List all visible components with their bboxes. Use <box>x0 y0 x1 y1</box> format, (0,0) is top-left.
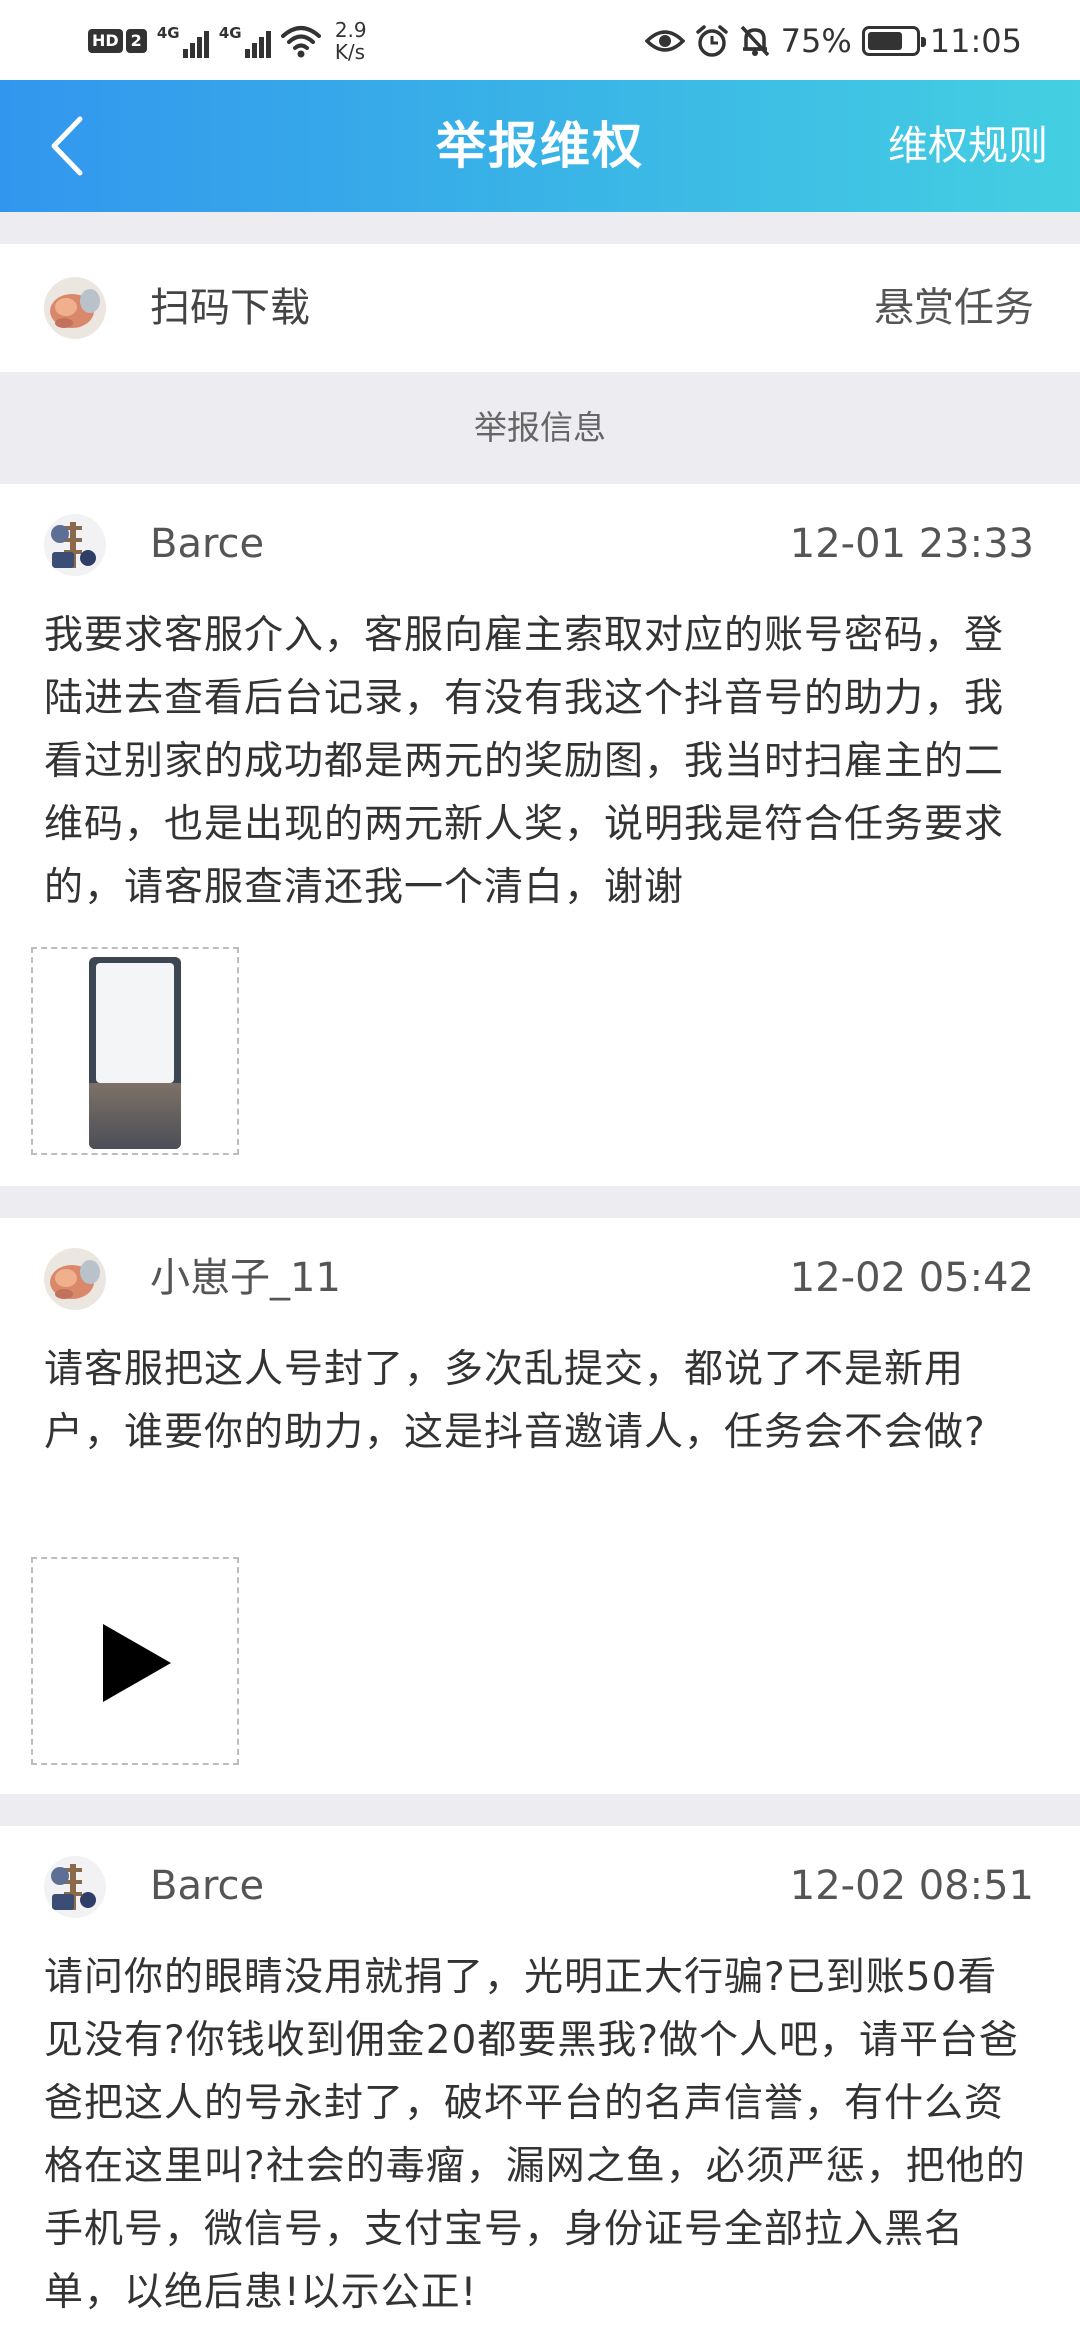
post-time: 12-02 05:42 <box>789 1255 1034 1301</box>
user-avatar[interactable] <box>44 514 106 576</box>
image-attachment[interactable] <box>31 947 239 1155</box>
wifi-icon <box>280 26 321 58</box>
network-speed: 2.9 K/s <box>335 19 367 63</box>
signal-icon: 4G <box>219 24 271 58</box>
eye-icon <box>644 30 685 52</box>
report-header: Barce 12-02 08:51 <box>0 1826 1080 1946</box>
post-time: 12-02 08:51 <box>789 1863 1034 1909</box>
hd-badge: HD 2 <box>88 29 147 53</box>
section-label: 举报信息 <box>474 408 606 447</box>
task-avatar <box>44 277 106 339</box>
clock: 11:05 <box>929 22 1022 60</box>
play-icon-wrap <box>33 1559 237 1763</box>
report-text: 请问你的眼睛没用就捐了，光明正大行骗?已到账50看见没有?你钱收到佣金20都要黑… <box>44 1955 1026 2315</box>
report-text: 我要求客服介入，客服向雇主索取对应的账号密码，登陆进去查看后台记录，有没有我这个… <box>44 613 1005 910</box>
signal-tag: 4G <box>156 24 180 42</box>
battery-percent: 75% <box>780 22 852 60</box>
status-bar: HD 2 4G 4G 2.9 K/s 75% 11:05 <box>0 0 1080 80</box>
battery-icon <box>861 26 926 56</box>
username: 小崽子_11 <box>150 1255 341 1301</box>
status-right: 75% 11:05 <box>644 16 1022 66</box>
task-row[interactable]: 扫码下载 悬赏任务 <box>0 244 1080 372</box>
image-thumbnail <box>89 957 181 1149</box>
post-time: 12-01 23:33 <box>789 521 1034 567</box>
report-card: Barce 12-01 23:33 我要求客服介入，客服向雇主索取对应的账号密码… <box>0 484 1080 1186</box>
hd-label: HD <box>88 29 123 53</box>
play-icon <box>103 1624 171 1702</box>
bell-off-icon <box>740 25 769 57</box>
app-header: 举报维权 维权规则 <box>0 80 1080 212</box>
rules-link[interactable]: 维权规则 <box>888 80 1048 212</box>
task-type: 悬赏任务 <box>874 285 1034 331</box>
sim-number: 2 <box>125 29 147 53</box>
user-avatar[interactable] <box>44 1856 106 1918</box>
video-attachment[interactable] <box>31 1557 239 1765</box>
status-left: HD 2 4G 4G 2.9 K/s <box>88 16 367 66</box>
report-text: 请客服把这人号封了，多次乱提交，都说了不是新用户，谁要你的助力，这是抖音邀请人，… <box>44 1347 986 1455</box>
battery-fill <box>867 32 903 50</box>
report-card: 小崽子_11 12-02 05:42 请客服把这人号封了，多次乱提交，都说了不是… <box>0 1218 1080 1794</box>
task-name: 扫码下载 <box>150 285 310 331</box>
signal-tag: 4G <box>218 24 242 42</box>
user-avatar[interactable] <box>44 1248 106 1310</box>
signal-icon: 4G <box>157 24 209 58</box>
network-speed-unit: K/s <box>334 40 366 64</box>
network-speed-value: 2.9 <box>334 18 367 42</box>
username: Barce <box>150 521 265 567</box>
alarm-icon <box>695 25 728 57</box>
report-header: 小崽子_11 12-02 05:42 <box>0 1218 1080 1338</box>
username: Barce <box>150 1863 265 1909</box>
report-header: Barce 12-01 23:33 <box>0 484 1080 604</box>
report-card: Barce 12-02 08:51 请问你的眼睛没用就捐了，光明正大行骗?已到账… <box>0 1826 1080 2340</box>
